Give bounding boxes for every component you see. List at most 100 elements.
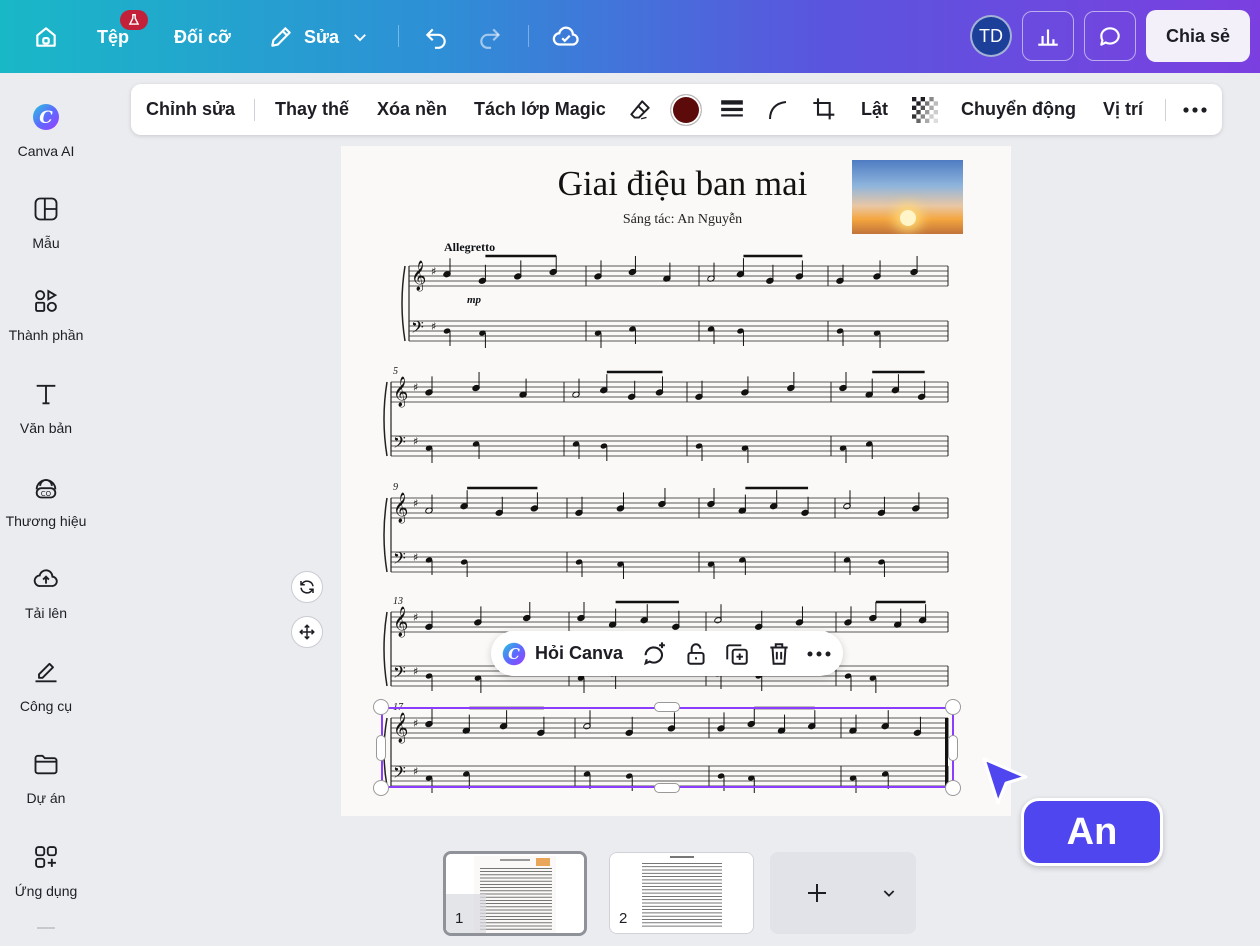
- sidebar-item-label: Thành phần: [8, 327, 84, 343]
- treble-clef: 𝄞: [393, 376, 408, 408]
- crop-button[interactable]: [811, 84, 839, 135]
- page-options-button[interactable]: [878, 882, 900, 904]
- thumbnail-staff: [642, 909, 722, 910]
- color-swatch: [670, 93, 702, 126]
- share-button[interactable]: Chia sẻ: [1146, 10, 1250, 62]
- thumbnail-staff: [480, 909, 552, 911]
- page-thumbnail-1[interactable]: 1: [443, 851, 587, 936]
- position-label: Vị trí: [1103, 99, 1144, 119]
- edit-mode-menu[interactable]: Sửa: [268, 18, 369, 56]
- sidebar-item-text[interactable]: Văn bản: [0, 378, 92, 436]
- thumbnail-staff: [642, 915, 722, 917]
- magic-layers-label: Tách lớp Magic: [474, 99, 606, 119]
- insights-button[interactable]: [1022, 11, 1074, 61]
- transparency-button[interactable]: [912, 84, 938, 135]
- sidebar-item-tools[interactable]: Công cụ: [0, 656, 92, 714]
- separator: [528, 25, 529, 47]
- thumbnail-staff: [642, 872, 722, 874]
- add-comment-button[interactable]: [641, 631, 669, 676]
- page-number: 2: [619, 910, 628, 927]
- comment-icon: [1100, 27, 1120, 46]
- treble-clef: 𝄞: [411, 260, 426, 292]
- templates-icon: [30, 193, 62, 225]
- sidebar-item-canva-ai[interactable]: C Canva AI: [0, 101, 92, 159]
- resize-handle-top-right[interactable]: [945, 699, 961, 715]
- lock-button[interactable]: [683, 631, 709, 676]
- position-button[interactable]: Vị trí: [1103, 84, 1143, 135]
- thumbnail-staff: [480, 877, 552, 879]
- crop-icon: [813, 97, 835, 119]
- page-thumbnail-2[interactable]: 2: [609, 852, 754, 934]
- ask-canva-button[interactable]: C Hỏi Canva: [501, 631, 623, 676]
- system-brace: [383, 497, 388, 573]
- border-style-button[interactable]: [719, 84, 745, 135]
- page-thumbnail-preview: [610, 853, 753, 933]
- dynamic-marking: mp: [467, 294, 482, 306]
- sidebar-item-label: Thương hiệu: [5, 513, 87, 529]
- sidebar-item-label: Ứng dụng: [14, 883, 78, 899]
- page-number: 1: [455, 910, 464, 927]
- bass-clef: 𝄢: [393, 662, 406, 686]
- thumbnail-staff: [642, 869, 722, 871]
- sidebar-item-apps[interactable]: Ứng dụng: [0, 841, 92, 899]
- more-actions-button[interactable]: [807, 631, 831, 676]
- delete-button[interactable]: [766, 631, 792, 676]
- animate-button[interactable]: Chuyển động: [961, 84, 1076, 135]
- move-button[interactable]: [291, 616, 323, 648]
- thumbnail-staff: [480, 887, 552, 888]
- elements-icon: [30, 285, 62, 317]
- sidebar-item-projects[interactable]: Dự án: [0, 748, 92, 806]
- comments-button[interactable]: [1084, 11, 1136, 61]
- eraser-button[interactable]: [627, 84, 653, 135]
- thumbnail-staff: [480, 900, 552, 901]
- flip-button[interactable]: Lật: [861, 84, 888, 135]
- thumbnail-staff: [480, 906, 552, 908]
- system-brace: [383, 381, 388, 457]
- add-page-button[interactable]: [802, 878, 832, 908]
- thumbnail-staff: [480, 871, 552, 872]
- magic-layers-button[interactable]: Tách lớp Magic: [474, 84, 606, 135]
- undo-button[interactable]: [418, 18, 454, 56]
- resize-handle-left[interactable]: [376, 735, 386, 761]
- cloud-sync-button[interactable]: [548, 18, 584, 56]
- selection-box[interactable]: [381, 707, 954, 788]
- home-button[interactable]: [28, 18, 64, 56]
- more-options-button[interactable]: [1182, 84, 1208, 135]
- rotate-button[interactable]: [291, 571, 323, 603]
- resize-handle-top[interactable]: [654, 702, 680, 712]
- thumbnail-staff: [480, 884, 552, 885]
- avatar[interactable]: TD: [970, 15, 1012, 57]
- sidebar-item-elements[interactable]: Thành phần: [0, 285, 92, 343]
- corner-rounding-button[interactable]: [766, 84, 790, 135]
- duplicate-icon: [726, 643, 748, 665]
- resize-handle-bottom-right[interactable]: [945, 780, 961, 796]
- home-icon: [28, 19, 64, 55]
- thumbnail-staff: [642, 922, 722, 924]
- sidebar-item-brand[interactable]: CO Thương hiệu: [0, 471, 92, 529]
- animate-label: Chuyển động: [961, 99, 1076, 119]
- sidebar: C Canva AI Mẫu Thành phần Văn bản CO Thư…: [0, 73, 92, 946]
- redo-icon: [472, 19, 508, 55]
- bass-clef: 𝄢: [393, 432, 406, 456]
- resize-handle-right[interactable]: [948, 735, 958, 761]
- edit-image-button[interactable]: Chỉnh sửa: [146, 84, 235, 135]
- comment-add-icon: [644, 641, 665, 665]
- plus-icon: [808, 884, 826, 902]
- duplicate-button[interactable]: [724, 631, 750, 676]
- chevron-down-icon: [883, 890, 895, 897]
- resize-menu[interactable]: Đối cỡ: [174, 18, 231, 56]
- resize-handle-bottom[interactable]: [654, 783, 680, 793]
- resize-handle-top-left[interactable]: [373, 699, 389, 715]
- redo-button[interactable]: [472, 18, 508, 56]
- remove-background-label: Xóa nền: [377, 99, 448, 119]
- color-swatch-button[interactable]: [670, 84, 702, 135]
- sidebar-item-templates[interactable]: Mẫu: [0, 193, 92, 251]
- sidebar-item-upload[interactable]: Tải lên: [0, 563, 92, 621]
- sidebar-item-label: Công cụ: [19, 698, 73, 714]
- resize-handle-bottom-left[interactable]: [373, 780, 389, 796]
- svg-text:CO: CO: [41, 490, 52, 498]
- replace-button[interactable]: Thay thế: [275, 84, 349, 135]
- key-signature: ♯: [431, 265, 436, 278]
- remove-background-button[interactable]: Xóa nền: [377, 84, 447, 135]
- treble-clef: 𝄞: [393, 492, 408, 524]
